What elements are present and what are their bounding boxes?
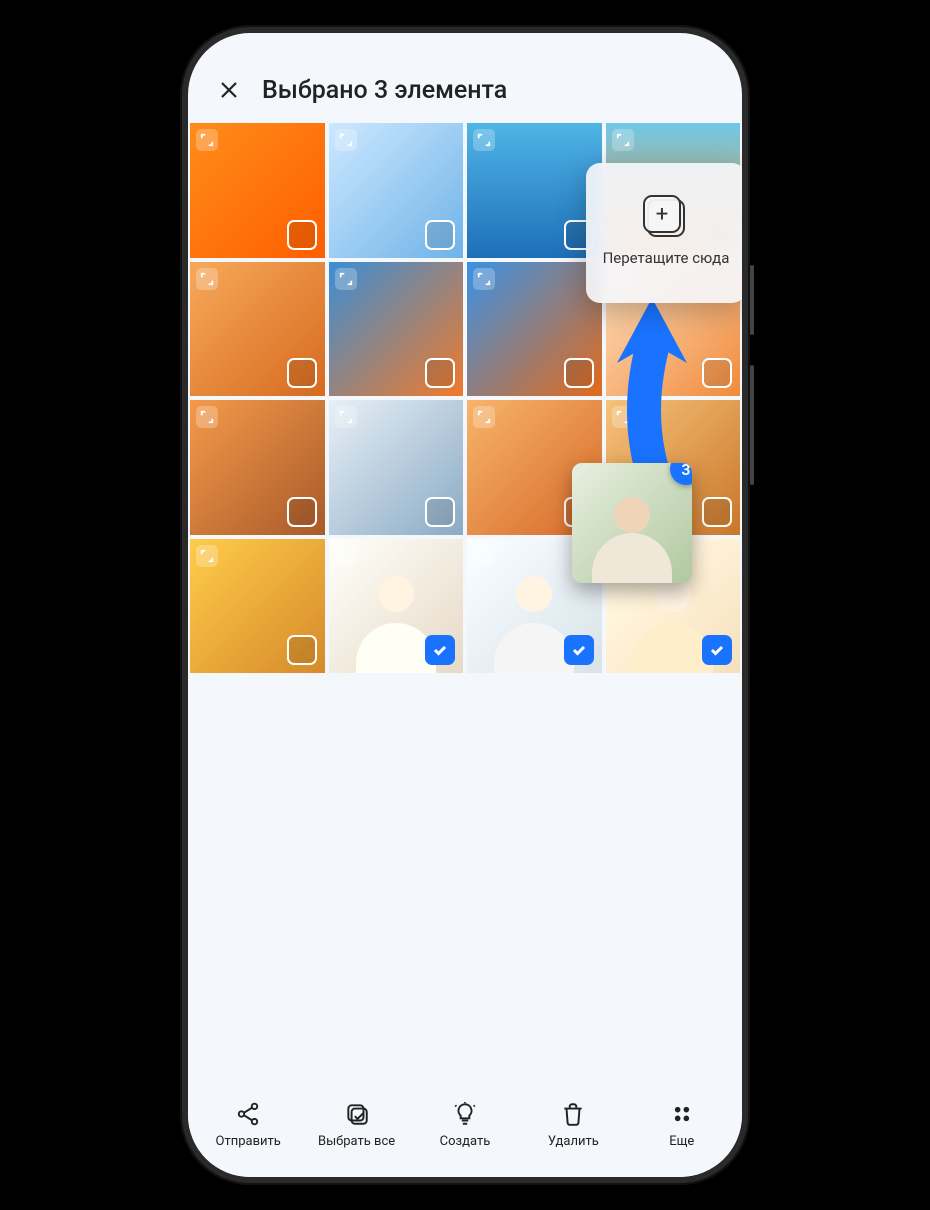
select-checkbox[interactable]	[287, 635, 317, 665]
select-checkbox[interactable]	[287, 220, 317, 250]
close-button[interactable]	[214, 75, 244, 105]
expand-icon	[196, 406, 218, 428]
more-button[interactable]: Еще	[642, 1100, 722, 1149]
select-checkbox[interactable]	[564, 358, 594, 388]
delete-label: Удалить	[548, 1134, 599, 1149]
expand-icon	[196, 268, 218, 290]
expand-icon	[335, 406, 357, 428]
share-icon	[235, 1101, 261, 1127]
photo-thumb[interactable]	[190, 262, 325, 397]
photo-thumb[interactable]	[467, 123, 602, 258]
header: Выбрано 3 элемента	[188, 33, 742, 123]
expand-icon	[473, 268, 495, 290]
select-all-icon	[344, 1101, 370, 1127]
select-checkbox[interactable]	[702, 497, 732, 527]
photo-thumb[interactable]	[467, 262, 602, 397]
close-icon	[217, 78, 241, 102]
page-title: Выбрано 3 элемента	[262, 76, 507, 105]
bottom-toolbar: Отправить Выбрать все Создать Удалить Ещ…	[188, 1086, 742, 1177]
send-label: Отправить	[216, 1134, 281, 1149]
select-checkbox[interactable]	[425, 497, 455, 527]
select-checkbox[interactable]	[564, 635, 594, 665]
expand-icon	[335, 268, 357, 290]
expand-icon	[473, 129, 495, 151]
expand-icon	[196, 129, 218, 151]
send-button[interactable]: Отправить	[208, 1100, 288, 1149]
photo-thumb[interactable]	[190, 123, 325, 258]
expand-icon	[335, 545, 357, 567]
select-checkbox[interactable]	[702, 358, 732, 388]
hw-button	[750, 265, 754, 335]
expand-icon	[612, 129, 634, 151]
select-checkbox[interactable]	[425, 358, 455, 388]
photo-thumb[interactable]	[329, 123, 464, 258]
photo-thumb[interactable]	[329, 400, 464, 535]
photo-thumb[interactable]	[329, 539, 464, 674]
drop-zone[interactable]: Перетащите сюда	[586, 163, 742, 303]
create-label: Создать	[440, 1134, 491, 1149]
expand-icon	[196, 545, 218, 567]
select-checkbox[interactable]	[287, 497, 317, 527]
more-icon	[669, 1101, 695, 1127]
phone-frame: Выбрано 3 элемента Перетащите сюда 3	[180, 25, 750, 1185]
expand-icon	[473, 406, 495, 428]
drop-zone-label: Перетащите сюда	[603, 249, 730, 267]
create-button[interactable]: Создать	[425, 1100, 505, 1149]
more-label: Еще	[669, 1134, 694, 1149]
expand-icon	[335, 129, 357, 151]
add-stack-icon	[647, 199, 685, 237]
select-checkbox[interactable]	[425, 635, 455, 665]
screen: Выбрано 3 элемента Перетащите сюда 3	[188, 33, 742, 1177]
select-all-label: Выбрать все	[318, 1134, 395, 1149]
photo-thumb[interactable]	[190, 400, 325, 535]
dragged-image	[572, 463, 692, 583]
photo-thumb[interactable]	[190, 539, 325, 674]
select-checkbox[interactable]	[702, 635, 732, 665]
select-checkbox[interactable]	[425, 220, 455, 250]
delete-button[interactable]: Удалить	[533, 1100, 613, 1149]
stage: Выбрано 3 элемента Перетащите сюда 3	[0, 0, 930, 1210]
select-all-button[interactable]: Выбрать все	[317, 1100, 397, 1149]
photo-thumb[interactable]	[329, 262, 464, 397]
lightbulb-icon	[452, 1101, 478, 1127]
expand-icon	[473, 545, 495, 567]
select-checkbox[interactable]	[287, 358, 317, 388]
dragged-preview[interactable]: 3	[572, 463, 692, 583]
hw-button	[750, 365, 754, 485]
trash-icon	[560, 1101, 586, 1127]
